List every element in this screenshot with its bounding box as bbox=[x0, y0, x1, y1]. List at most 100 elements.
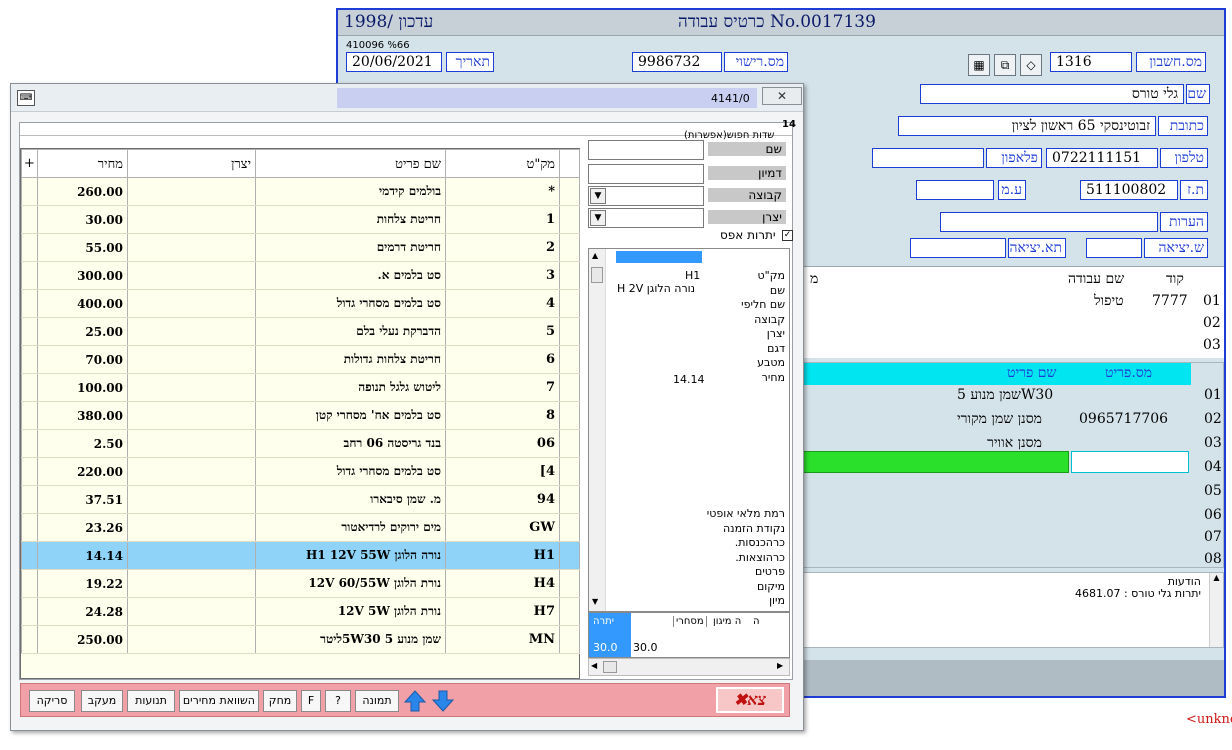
grid-cell-name[interactable]: סט בלמים א. bbox=[255, 261, 446, 290]
mobile-field[interactable] bbox=[872, 148, 984, 168]
grid-cell-price[interactable]: 14.14 bbox=[37, 541, 128, 570]
grid-cell-marker[interactable] bbox=[21, 317, 38, 346]
grid-cell-price[interactable]: 70.00 bbox=[37, 345, 128, 374]
grid-cell-maker[interactable] bbox=[127, 485, 256, 514]
grid-cell-marker[interactable] bbox=[21, 457, 38, 486]
grid-cell-sku[interactable]: * bbox=[445, 177, 560, 206]
grid-cell-name[interactable]: חריטת דרמים bbox=[255, 233, 446, 262]
movements-button[interactable]: תנועות bbox=[127, 690, 175, 712]
grid-cell-price[interactable]: 19.22 bbox=[37, 569, 128, 598]
grid-cell-maker[interactable] bbox=[127, 317, 256, 346]
grid-header-plus[interactable]: + bbox=[21, 149, 38, 178]
grid-cell-sku[interactable]: 06 bbox=[445, 429, 560, 458]
grid-cell-maker[interactable] bbox=[127, 597, 256, 626]
grid-header-price[interactable]: מחיר bbox=[37, 149, 128, 178]
grid-row[interactable]: 37.51 מ. שמן סיבארו 94 bbox=[21, 485, 580, 514]
grid-cell-sku[interactable]: MN bbox=[445, 625, 560, 654]
grid-cell-maker[interactable] bbox=[127, 569, 256, 598]
grid-cell-marker[interactable] bbox=[21, 401, 38, 430]
grid-row[interactable]: 14.14 נורה הלוגן H1 12V 55W H1 bbox=[21, 541, 580, 570]
scroll-thumb[interactable] bbox=[603, 661, 617, 673]
grid-row[interactable]: 2.50 בנד גריסטה 06 רחב 06 bbox=[21, 429, 580, 458]
grid-cell-price[interactable]: 300.00 bbox=[37, 261, 128, 290]
grid-header-maker[interactable]: יצרן bbox=[127, 149, 256, 178]
grid-cell-marker[interactable] bbox=[21, 513, 38, 542]
grid-cell-name[interactable]: נורת הלוגן 12V 5W bbox=[255, 597, 446, 626]
grid-cell-spacer[interactable] bbox=[559, 569, 580, 598]
grid-cell-marker[interactable] bbox=[21, 205, 38, 234]
grid-cell-marker[interactable] bbox=[21, 429, 38, 458]
grid-cell-price[interactable]: 37.51 bbox=[37, 485, 128, 514]
grid-cell-name[interactable]: מים ירוקים לרדיאטור bbox=[255, 513, 446, 542]
grid-row[interactable]: 380.00 סט בלמים אח' מסחרי קטן 8 bbox=[21, 401, 580, 430]
grid-cell-price[interactable]: 400.00 bbox=[37, 289, 128, 318]
horizontal-scrollbar[interactable]: ◀ ▶ bbox=[588, 658, 790, 676]
grid-cell-name[interactable]: סט בלמים מסחרי גדול bbox=[255, 289, 446, 318]
grid-cell-name[interactable]: נורת הלוגן 12V 60/55W bbox=[255, 569, 446, 598]
delete-button[interactable]: מחק bbox=[263, 690, 297, 712]
grid-cell-sku[interactable]: 8 bbox=[445, 401, 560, 430]
chevron-down-icon[interactable]: ▼ bbox=[590, 210, 606, 226]
grid-cell-sku[interactable]: [4 bbox=[445, 457, 560, 486]
grid-cell-name[interactable]: סט בלמים אח' מסחרי קטן bbox=[255, 401, 446, 430]
vat-field[interactable] bbox=[916, 180, 994, 200]
keyboard-icon[interactable]: ⌨ bbox=[17, 90, 35, 106]
grid-cell-marker[interactable] bbox=[21, 485, 38, 514]
grid-cell-price[interactable]: 23.26 bbox=[37, 513, 128, 542]
grid-row[interactable]: 24.28 נורת הלוגן 12V 5W H7 bbox=[21, 597, 580, 626]
part-name[interactable]: שמן מנוע 5W30 bbox=[957, 387, 1053, 404]
price-compare-button[interactable]: השוואת מחירים bbox=[179, 690, 259, 712]
grid-cell-maker[interactable] bbox=[127, 205, 256, 234]
grid-cell-spacer[interactable] bbox=[559, 485, 580, 514]
part-name[interactable]: מסנן אוויר bbox=[987, 435, 1042, 452]
grid-row[interactable]: 300.00 סט בלמים א. 3 bbox=[21, 261, 580, 290]
grid-cell-maker[interactable] bbox=[127, 625, 256, 654]
grid-cell-sku[interactable]: 94 bbox=[445, 485, 560, 514]
grid-row[interactable]: 260.00 בולמים קידמי * bbox=[21, 177, 580, 206]
grid-cell-marker[interactable] bbox=[21, 261, 38, 290]
eraser-icon[interactable]: ◇ bbox=[1020, 54, 1042, 76]
grid-cell-name[interactable]: חריטת צלחות גדולות bbox=[255, 345, 446, 374]
notes-field[interactable] bbox=[940, 212, 1158, 232]
grid-cell-marker[interactable] bbox=[21, 597, 38, 626]
track-button[interactable]: מעקב bbox=[81, 690, 123, 712]
grid-row[interactable]: 250.00 שמן מנוע 5W30 5ליטר MN bbox=[21, 625, 580, 654]
grid-cell-maker[interactable] bbox=[127, 373, 256, 402]
grid-cell-sku[interactable]: H4 bbox=[445, 569, 560, 598]
grid-header-sku[interactable]: מק"ט bbox=[445, 149, 560, 178]
grid-cell-marker[interactable] bbox=[21, 541, 38, 570]
grid-row[interactable]: 25.00 הדברקת נעלי בלם 5 bbox=[21, 317, 580, 346]
grid-cell-maker[interactable] bbox=[127, 177, 256, 206]
grid-cell-price[interactable]: 250.00 bbox=[37, 625, 128, 654]
grid-cell-maker[interactable] bbox=[127, 513, 256, 542]
grid-cell-maker[interactable] bbox=[127, 401, 256, 430]
grid-cell-spacer[interactable] bbox=[559, 177, 580, 206]
exit-time-field[interactable] bbox=[1086, 238, 1142, 258]
help-button[interactable]: ? bbox=[325, 690, 351, 712]
search-group-select[interactable]: ▼ bbox=[588, 186, 704, 206]
grid-cell-name[interactable]: שמן מנוע 5W30 5ליטר bbox=[255, 625, 446, 654]
grid-cell-name[interactable]: בנד גריסטה 06 רחב bbox=[255, 429, 446, 458]
grid-cell-spacer[interactable] bbox=[559, 205, 580, 234]
grid-cell-marker[interactable] bbox=[21, 569, 38, 598]
grid-cell-marker[interactable] bbox=[21, 233, 38, 262]
grid-row[interactable]: 23.26 מים ירוקים לרדיאטור GW bbox=[21, 513, 580, 542]
grid-cell-name[interactable]: ליטוש גלגל תנופה bbox=[255, 373, 446, 402]
search-maker-select[interactable]: ▼ bbox=[588, 208, 704, 228]
grid-row[interactable]: 70.00 חריטת צלחות גדולות 6 bbox=[21, 345, 580, 374]
grid-cell-maker[interactable] bbox=[127, 457, 256, 486]
grid-cell-spacer[interactable] bbox=[559, 401, 580, 430]
grid-cell-marker[interactable] bbox=[21, 625, 38, 654]
grid-cell-spacer[interactable] bbox=[559, 261, 580, 290]
messages-scrollbar[interactable]: ▲ bbox=[1209, 573, 1223, 647]
scroll-right-icon[interactable]: ▶ bbox=[777, 661, 783, 670]
search-name-input[interactable] bbox=[588, 140, 704, 160]
grid-cell-marker[interactable] bbox=[21, 289, 38, 318]
grid-cell-price[interactable]: 2.50 bbox=[37, 429, 128, 458]
grid-cell-sku[interactable]: H7 bbox=[445, 597, 560, 626]
arrow-down-icon[interactable] bbox=[431, 689, 455, 713]
grid-cell-maker[interactable] bbox=[127, 233, 256, 262]
grid-cell-price[interactable]: 55.00 bbox=[37, 233, 128, 262]
grid-cell-sku[interactable]: 5 bbox=[445, 317, 560, 346]
grid-cell-sku[interactable]: 4 bbox=[445, 289, 560, 318]
